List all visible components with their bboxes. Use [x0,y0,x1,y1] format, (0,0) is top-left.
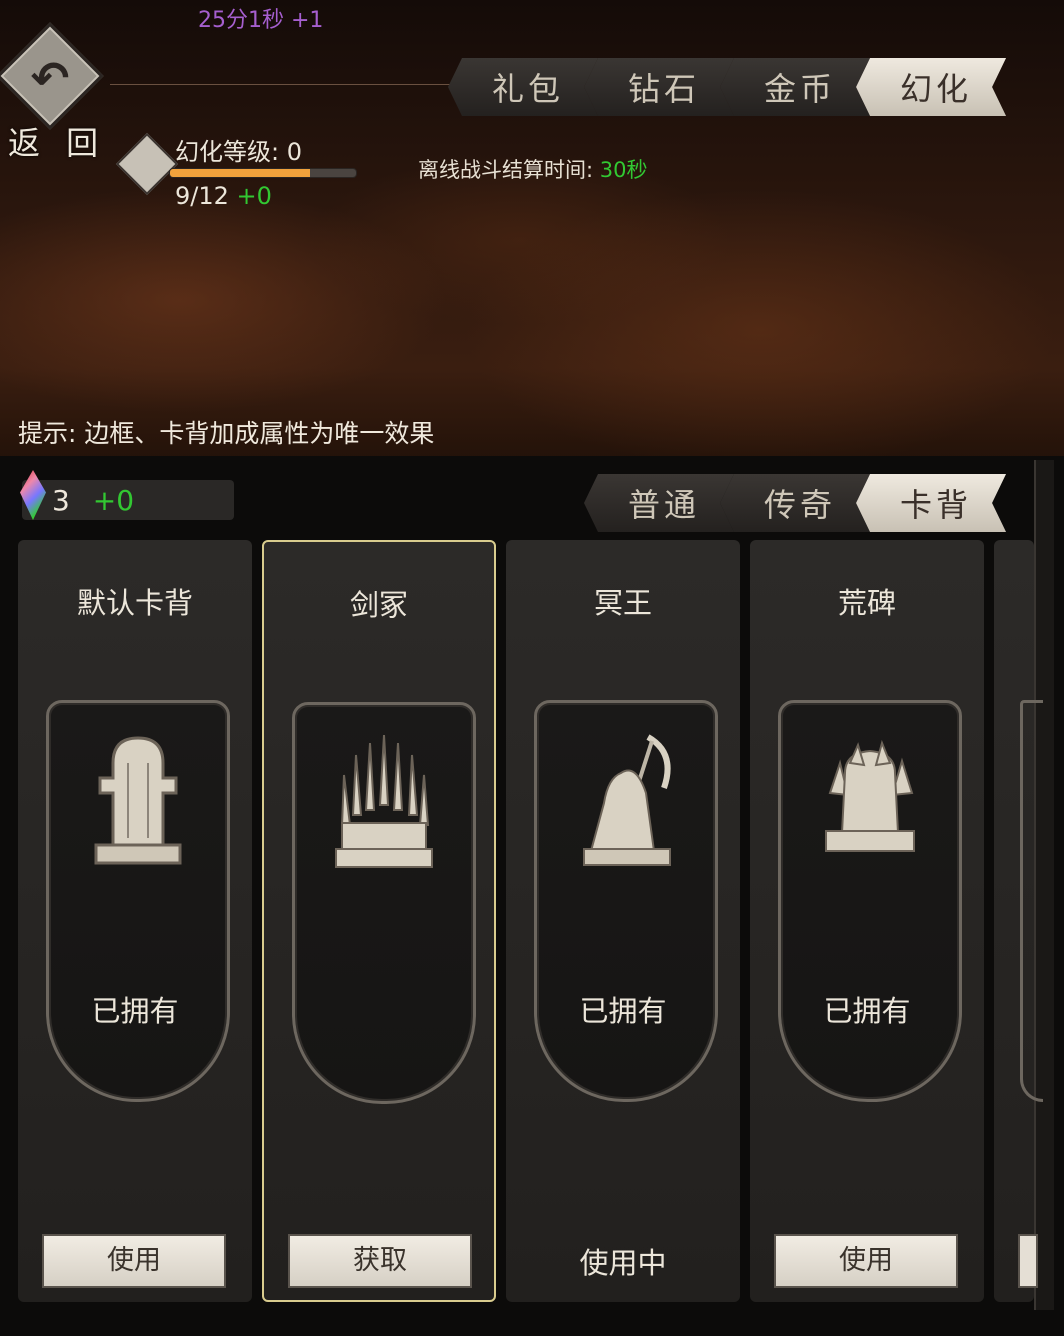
gem-count-value: 3 [52,484,70,517]
card-name: 冥王 [593,586,652,620]
offline-settlement: 离线战斗结算时间: 30秒 [418,154,648,184]
level-progress-bar [169,168,357,178]
offline-label: 离线战斗结算时间: [418,158,594,182]
card-item[interactable]: 冥王 已拥有 使用中 [506,540,740,1302]
tab-gift-pack[interactable]: 礼包 [448,58,598,116]
tombstone-icon [94,736,182,865]
level-title: 幻化等级: 0 [175,138,302,166]
main-tabs: 礼包 钻石 金币 幻化 [448,58,1006,116]
card-status: 已拥有 [91,994,179,1028]
card-item[interactable]: 默认卡背 已拥有 使用 [18,540,252,1302]
card-status: 已拥有 [579,994,667,1028]
card-frame [292,702,476,1104]
level-progress-text: 9/12 +0 [175,182,272,210]
subtab-legendary[interactable]: 传奇 [720,474,870,532]
subtab-card-back[interactable]: 卡背 [856,474,1006,532]
use-button[interactable] [1018,1234,1038,1288]
card-status: 已拥有 [823,994,911,1028]
offline-value: 30秒 [599,158,648,182]
level-progress-bonus: +0 [236,182,272,210]
transform-level-panel: 幻化等级: 0 9/12 +0 [115,130,365,210]
card-frame [778,700,962,1102]
return-arrow-icon: ↶ [30,51,70,105]
sword-throne-icon [335,735,433,868]
card-frame [534,700,718,1102]
card-name: 默认卡背 [76,586,193,620]
card-frame [1020,700,1043,1102]
tab-gold[interactable]: 金币 [720,58,870,116]
card-frame [46,700,230,1102]
level-progress-current: 9/12 [175,182,229,210]
in-use-label: 使用中 [579,1246,667,1280]
level-progress-fill [170,169,310,177]
use-button[interactable]: 使用 [774,1234,958,1288]
sub-tabs: 普通 传奇 卡背 [584,474,1006,532]
gem-bonus: +0 [92,484,135,517]
card-name: 荒碑 [837,586,896,620]
timer-text: 25分1秒 +1 [198,8,324,33]
tab-transform[interactable]: 幻化 [856,58,1006,116]
card-name: 剑冢 [349,588,408,622]
hint-text: 提示: 边框、卡背加成属性为唯一效果 [18,419,435,448]
crystal-grave-icon [825,739,915,852]
divider [110,84,450,85]
skull-icon [115,132,179,196]
reaper-icon [583,734,671,866]
gem-count: 3 +0 [52,484,134,517]
card-item-selected[interactable]: 剑冢 获取 [262,540,496,1302]
acquire-button[interactable]: 获取 [288,1234,472,1288]
back-button[interactable]: ↶ 返 回 [0,22,108,162]
use-button[interactable]: 使用 [42,1234,226,1288]
card-item[interactable]: 荒碑 已拥有 使用 [750,540,984,1302]
subtab-normal[interactable]: 普通 [584,474,734,532]
back-label: 返 回 [8,124,107,162]
card-item-partial[interactable] [994,540,1043,1302]
tab-diamond[interactable]: 钻石 [584,58,734,116]
